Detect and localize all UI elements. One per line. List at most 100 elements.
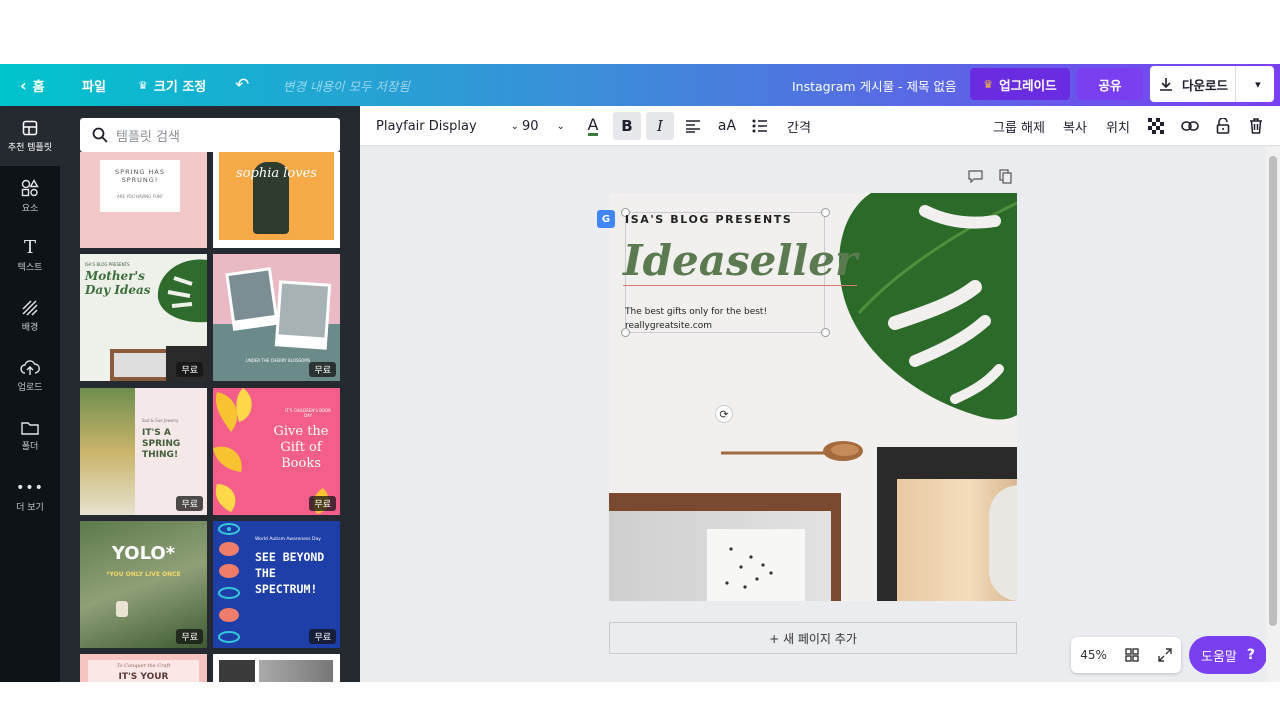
template-title: Give the Gift of Books (273, 424, 329, 471)
card-photo (259, 660, 333, 682)
fullscreen-icon[interactable] (1158, 648, 1172, 662)
template-card[interactable]: To Conquer the Craft IT'S YOUR (80, 654, 207, 682)
trash-icon (1250, 118, 1262, 134)
align-left-icon (686, 120, 700, 133)
design-headline-text[interactable]: Ideaseller (623, 237, 858, 286)
template-subtitle: Sad & Sue Jewelry (142, 418, 179, 423)
lock-button[interactable] (1209, 112, 1237, 140)
rotate-handle-icon[interactable]: ⟳ (715, 405, 733, 423)
upload-cloud-icon (20, 359, 40, 375)
free-badge: 무료 (309, 362, 336, 377)
template-card[interactable]: YOLO* *YOU ONLY LIVE ONCE 무료 (80, 521, 207, 648)
rail-item-background[interactable]: 배경 (0, 286, 60, 346)
folder-icon (21, 421, 39, 435)
italic-icon: I (657, 117, 663, 135)
chevron-down-icon: ▾ (1255, 77, 1261, 91)
shapes-icon (21, 178, 39, 196)
design-page[interactable]: ISA'S BLOG PRESENTS Ideaseller The best … (609, 193, 1017, 601)
photo-fill (278, 283, 329, 338)
chevron-left-icon: ‹ (20, 75, 27, 95)
template-card[interactable] (213, 654, 340, 682)
document-title[interactable]: Instagram 게시물 - 제목 없음 (792, 64, 957, 106)
home-button[interactable]: ‹ 홈 (20, 64, 45, 106)
position-button[interactable]: 위치 (1106, 106, 1130, 146)
font-size-select[interactable]: 90 ⌄ (522, 106, 565, 146)
text-color-button[interactable]: A (579, 112, 607, 140)
share-button[interactable]: 공유 (1077, 68, 1143, 100)
design-tagline-text[interactable]: The best gifts only for the best! (625, 307, 767, 317)
zoom-level[interactable]: 45% (1080, 648, 1107, 662)
template-card[interactable]: World Autism Awareness Day SEE BEYOND TH… (213, 521, 340, 648)
rail-item-upload[interactable]: 업로드 (0, 346, 60, 406)
rail-item-text[interactable]: T 텍스트 (0, 226, 60, 286)
template-card[interactable]: UNDER THE CHERRY BLOSSOMS 무료 (213, 254, 340, 381)
add-page-button[interactable]: + 새 페이지 추가 (609, 622, 1017, 654)
resize-handle[interactable] (821, 208, 830, 217)
bold-button[interactable]: B (613, 112, 641, 140)
template-card[interactable]: ISA'S BLOG PRESENTS Mother's Day Ideas 무… (80, 254, 207, 381)
download-button-group: 다운로드 ▾ (1150, 66, 1274, 102)
template-card[interactable]: SPRING HAS SPRUNG! ARE YOU HAVING FUN? (80, 152, 207, 248)
letter-case-button[interactable]: aA (713, 112, 741, 140)
save-status: 변경 내용이 모두 저장됨 (283, 78, 410, 94)
rail-item-elements[interactable]: 요소 (0, 166, 60, 226)
grid-view-icon[interactable] (1125, 648, 1140, 662)
template-search-input[interactable]: 템플릿 검색 (80, 118, 340, 152)
upgrade-button[interactable]: ♛ 업그레이드 (970, 68, 1070, 100)
design-website-text[interactable]: reallygreatsite.com (625, 321, 712, 331)
spacing-button[interactable]: 간격 (787, 106, 811, 146)
font-family-select[interactable]: Playfair Display ⌄ (376, 106, 519, 146)
duplicate-page-icon[interactable] (999, 169, 1012, 184)
text-color-icon: A (587, 114, 599, 136)
resize-button[interactable]: ♛ 크기 조정 (138, 64, 206, 106)
card-frame (110, 349, 170, 381)
dots-art-image (725, 547, 773, 589)
copy-style-button[interactable]: 복사 (1063, 106, 1087, 146)
free-badge: 무료 (309, 629, 336, 644)
list-button[interactable] (746, 112, 774, 140)
card-photo (80, 388, 135, 515)
template-subtitle: World Autism Awareness Day (255, 537, 321, 542)
italic-button[interactable]: I (646, 112, 674, 140)
scrollbar-thumb[interactable] (1269, 156, 1277, 626)
download-options-button[interactable]: ▾ (1242, 78, 1274, 91)
monstera-leaf-image (839, 193, 1017, 420)
undo-button[interactable]: ↶ (235, 64, 249, 106)
link-icon (1181, 121, 1199, 131)
template-subtitle: ARE YOU HAVING FUN? (117, 194, 163, 199)
free-badge: 무료 (176, 496, 203, 511)
canvas-scrollbar[interactable] (1266, 146, 1280, 682)
marble-ball (989, 485, 1017, 601)
undo-icon: ↶ (235, 75, 250, 95)
template-subtitle: *YOU ONLY LIVE ONCE (106, 571, 181, 578)
rail-item-folder[interactable]: 폴더 (0, 406, 60, 466)
wooden-spoon-image (721, 441, 863, 461)
download-button[interactable]: 다운로드 (1150, 66, 1236, 102)
link-button[interactable] (1176, 112, 1204, 140)
text-format-toolbar: Playfair Display ⌄ 90 ⌄ A B I aA 간격 그룹 해… (360, 106, 1280, 146)
file-menu-button[interactable]: 파일 (82, 64, 106, 106)
translate-icon[interactable]: G (597, 210, 615, 228)
polaroid-photo (225, 267, 279, 331)
transparency-button[interactable] (1142, 112, 1170, 140)
template-title: IT'S A SPRING THING! (142, 428, 181, 460)
template-card[interactable]: IT'S CHILDREN'S BOOK DAY Give the Gift o… (213, 388, 340, 515)
template-title: YOLO* (111, 543, 176, 564)
help-button[interactable]: 도움말 ? (1189, 636, 1267, 674)
align-button[interactable] (679, 112, 707, 140)
bold-icon: B (621, 117, 633, 135)
free-badge: 무료 (176, 629, 203, 644)
template-title: SPRING HAS SPRUNG! (115, 168, 165, 184)
template-card[interactable]: Sad & Sue Jewelry IT'S A SPRING THING! 무… (80, 388, 207, 515)
resize-handle[interactable] (821, 328, 830, 337)
template-card[interactable]: sophia loves (213, 152, 340, 248)
ungroup-button[interactable]: 그룹 해제 (993, 106, 1045, 146)
more-dots-icon: ••• (16, 479, 44, 496)
zoom-controls: 45% (1071, 637, 1181, 673)
delete-button[interactable] (1242, 112, 1270, 140)
free-badge: 무료 (176, 362, 203, 377)
rail-item-templates[interactable]: 추천 템플릿 (0, 106, 60, 166)
comment-icon[interactable] (968, 170, 983, 183)
rail-item-more[interactable]: ••• 더 보기 (0, 466, 60, 526)
design-kicker-text[interactable]: ISA'S BLOG PRESENTS (625, 213, 792, 226)
